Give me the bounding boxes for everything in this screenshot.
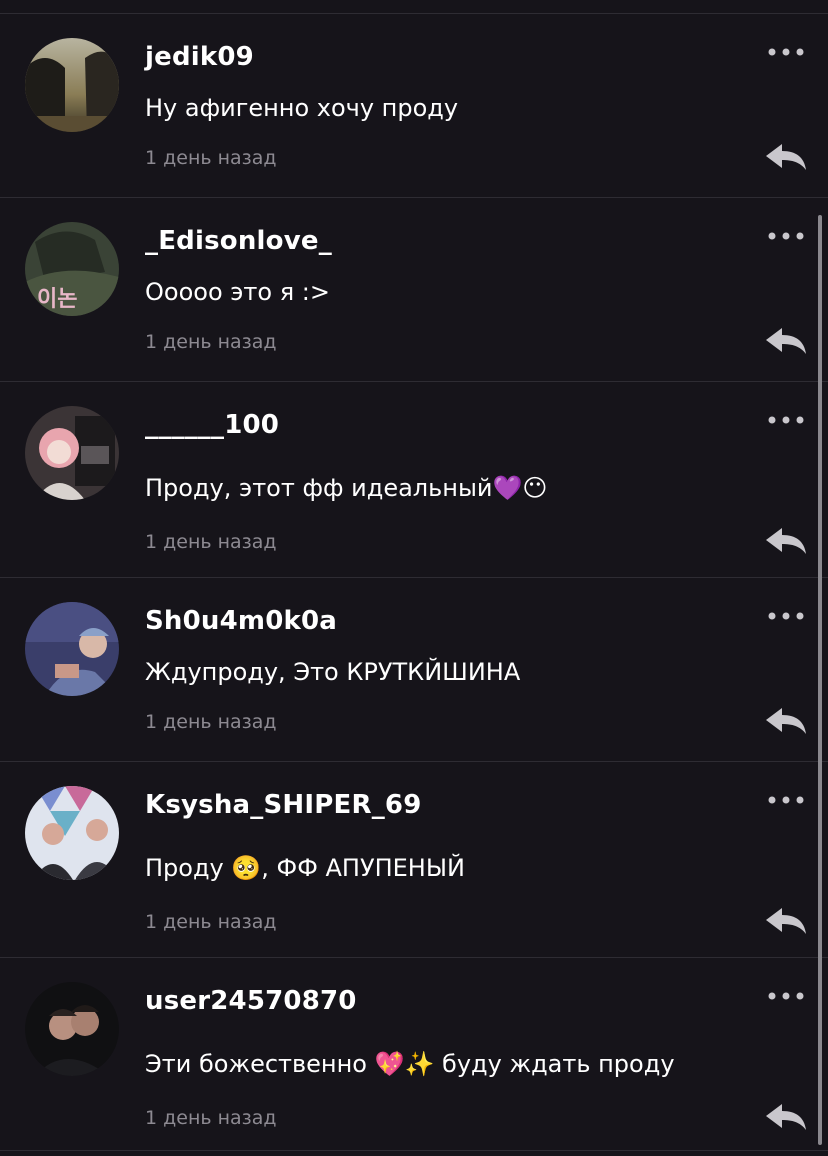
timestamp: 1 день назад: [145, 1107, 277, 1129]
avatar-image: [25, 982, 119, 1076]
avatar-image: [25, 602, 119, 696]
avatar-image: [25, 406, 119, 500]
comment-item: Ksysha_SHIPER_69 Проду 🥺, ФФ АПУПЕНЫЙ 1 …: [0, 761, 828, 957]
username[interactable]: Sh0u4m0k0a: [145, 606, 337, 636]
comment-text: Ну афигенно хочу проду: [145, 94, 459, 122]
reply-arrow-icon[interactable]: [764, 706, 808, 738]
comment-text: Ждупроду, Это КРУТКЙШИНА: [145, 658, 521, 686]
comments-list: jedik09 Ну афигенно хочу проду 1 день на…: [0, 13, 828, 1153]
timestamp: 1 день назад: [145, 331, 277, 353]
avatar-image: [25, 38, 119, 132]
more-dots-icon[interactable]: [766, 44, 806, 58]
avatar-image: [25, 786, 119, 880]
comment-text: Эти божественно 💖✨ буду ждать проду: [145, 1050, 675, 1078]
timestamp: 1 день назад: [145, 531, 277, 553]
username[interactable]: Ksysha_SHIPER_69: [145, 790, 421, 820]
avatar-image: 이논: [25, 222, 119, 316]
svg-text:이논: 이논: [37, 287, 77, 312]
reply-arrow-icon[interactable]: [764, 906, 808, 938]
comment-item: Sh0u4m0k0a Ждупроду, Это КРУТКЙШИНА 1 де…: [0, 577, 828, 761]
comment-item: ______100 Проду, этот фф идеальный💜😶 1 д…: [0, 381, 828, 577]
more-dots-icon[interactable]: [766, 792, 806, 806]
username[interactable]: jedik09: [145, 42, 254, 72]
username[interactable]: ______100: [145, 410, 279, 440]
more-dots-icon[interactable]: [766, 608, 806, 622]
avatar[interactable]: [25, 982, 119, 1076]
more-dots-icon[interactable]: [766, 228, 806, 242]
reply-arrow-icon[interactable]: [764, 142, 808, 174]
avatar[interactable]: 이논: [25, 222, 119, 316]
username[interactable]: user24570870: [145, 986, 357, 1016]
timestamp: 1 день назад: [145, 147, 277, 169]
comment-item: 이논 _Edisonlove_ Ооооо это я :> 1 день на…: [0, 197, 828, 381]
more-dots-icon[interactable]: [766, 412, 806, 426]
more-dots-icon[interactable]: [766, 988, 806, 1002]
timestamp: 1 день назад: [145, 711, 277, 733]
reply-arrow-icon[interactable]: [764, 1102, 808, 1134]
avatar[interactable]: [25, 406, 119, 500]
avatar[interactable]: [25, 602, 119, 696]
scrollbar[interactable]: [818, 215, 822, 1145]
comment-item: user24570870 Эти божественно 💖✨ буду жда…: [0, 957, 828, 1153]
username[interactable]: _Edisonlove_: [145, 226, 332, 256]
divider: [0, 1150, 828, 1151]
comment-text: Проду, этот фф идеальный💜😶: [145, 474, 548, 502]
reply-arrow-icon[interactable]: [764, 326, 808, 358]
comment-text: Ооооо это я :>: [145, 278, 330, 306]
comment-text: Проду 🥺, ФФ АПУПЕНЫЙ: [145, 854, 465, 882]
reply-arrow-icon[interactable]: [764, 526, 808, 558]
comment-item: jedik09 Ну афигенно хочу проду 1 день на…: [0, 13, 828, 197]
timestamp: 1 день назад: [145, 911, 277, 933]
avatar[interactable]: [25, 786, 119, 880]
avatar[interactable]: [25, 38, 119, 132]
